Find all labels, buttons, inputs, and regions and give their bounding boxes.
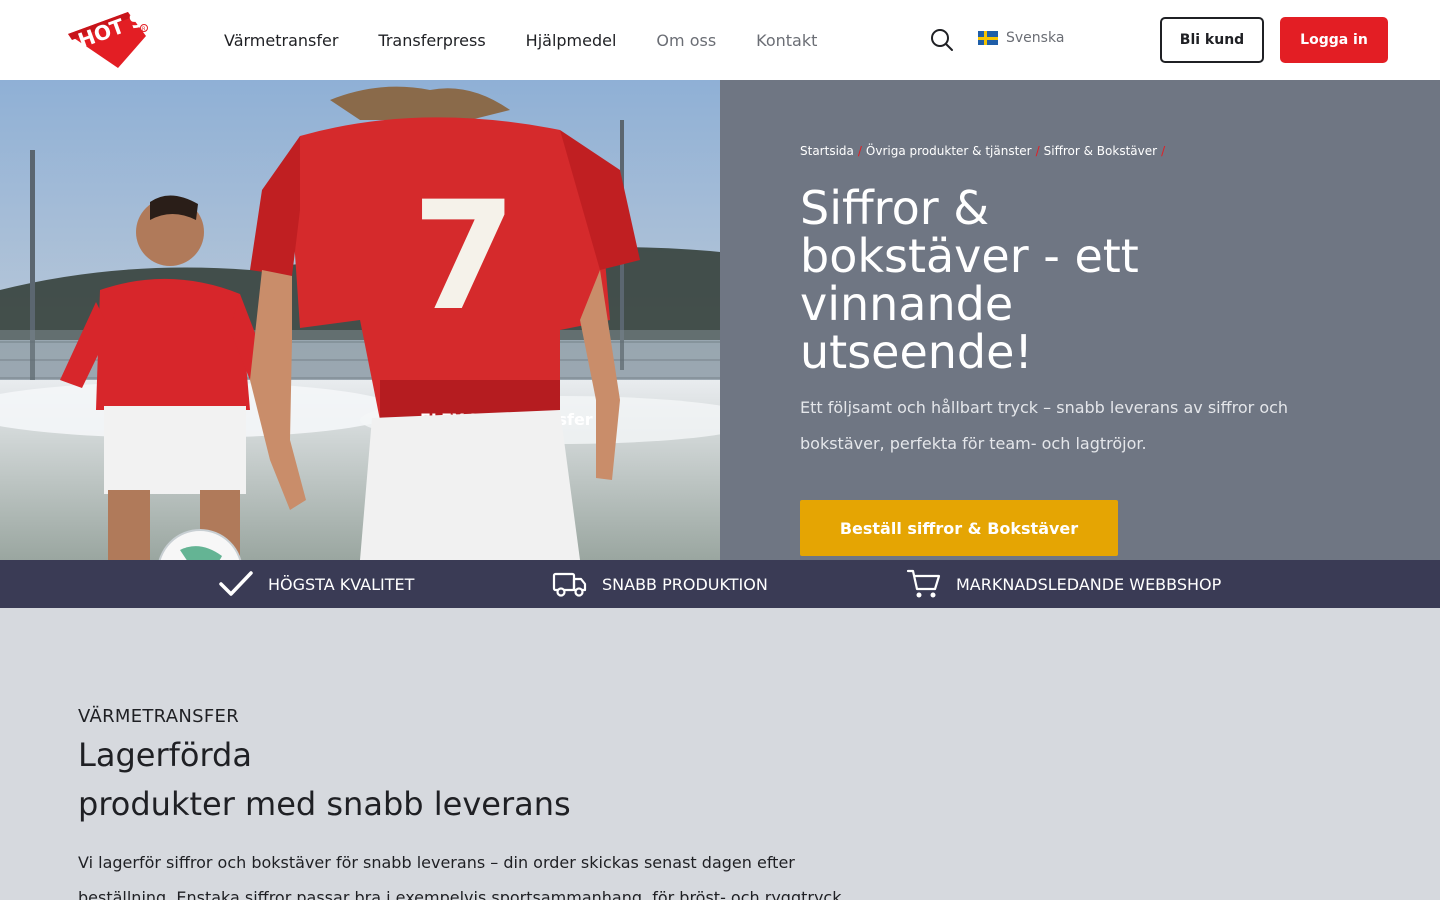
- shirt-number-text: 7: [412, 170, 516, 344]
- section-title-line2: produkter med snabb leverans: [78, 785, 571, 823]
- nav-item-hjalpmedel[interactable]: Hjälpmedel: [526, 31, 617, 50]
- nav-item-transferpress[interactable]: Transferpress: [378, 31, 485, 50]
- truck-icon: [552, 572, 587, 597]
- hero-subtitle: Ett följsamt och hållbart tryck – snabb …: [800, 398, 1289, 453]
- section-title: Lagerförda produkter med snabb leverans: [78, 731, 878, 829]
- breadcrumb-separator: /: [1035, 144, 1040, 158]
- feature-production-label: SNABB PRODUKTION: [602, 574, 768, 594]
- section-title-line1: Lagerförda: [78, 736, 252, 774]
- hero-panel: Startsida / Övriga produkter & tjänster / Si…: [720, 80, 1440, 560]
- feature-strip: HÖGSTA KVALITET SNABB PRODUKTION MARKNAD…: [0, 560, 1440, 608]
- language-selector[interactable]: Svenska: [978, 30, 1064, 46]
- shopping-cart-icon: [906, 569, 941, 598]
- breadcrumb-separator: /: [857, 144, 862, 158]
- nav-item-kontakt[interactable]: Kontakt: [756, 31, 817, 50]
- feature-production: SNABB PRODUKTION: [552, 560, 768, 608]
- login-button[interactable]: Logga in: [1280, 17, 1388, 63]
- breadcrumb-other-products[interactable]: Övriga produkter & tjänster: [866, 144, 1032, 158]
- search-icon[interactable]: [929, 27, 955, 53]
- checkmark-icon: [219, 571, 253, 596]
- language-label: Svenska: [1006, 30, 1065, 46]
- main-nav: Värmetransfer Transferpress Hjälpmedel O…: [224, 0, 857, 80]
- section-kicker: VÄRMETRANSFER: [78, 706, 239, 727]
- svg-text:R: R: [142, 27, 146, 33]
- page-title: Siffror & bokstäver - ett vinnande utsee…: [800, 181, 1139, 379]
- feature-quality: HÖGSTA KVALITET: [218, 560, 414, 608]
- become-customer-button[interactable]: Bli kund: [1160, 17, 1264, 63]
- site-header: HOT SCREEN R Värmetransfer Transferpress…: [0, 0, 1440, 80]
- nav-item-varmetransfer[interactable]: Värmetransfer: [224, 31, 338, 50]
- breadcrumb-home[interactable]: Startsida: [800, 144, 854, 158]
- section-body: Vi lagerför siffror och bokstäver för sn…: [78, 853, 842, 900]
- breadcrumb-separator: /: [1161, 144, 1166, 158]
- feature-webshop: MARKNADSLEDANDE WEBBSHOP: [906, 560, 1221, 608]
- order-numbers-letters-button[interactable]: Beställ siffror & Bokstäver: [800, 500, 1118, 556]
- breadcrumb: Startsida / Övriga produkter & tjänster / Si…: [800, 144, 1169, 158]
- swedish-flag-icon: [978, 31, 998, 45]
- feature-webshop-label: MARKNADSLEDANDE WEBBSHOP: [956, 574, 1222, 594]
- nav-item-om-oss[interactable]: Om oss: [656, 31, 716, 50]
- hero-image: FLEX Heat Transfer 7: [0, 80, 720, 560]
- hotscreen-logo[interactable]: HOT SCREEN R: [66, 0, 217, 70]
- breadcrumb-current[interactable]: Siffror & Bokstäver: [1044, 144, 1157, 158]
- stocked-products-section: VÄRMETRANSFER Lagerförda produkter med s…: [78, 706, 878, 900]
- feature-quality-label: HÖGSTA KVALITET: [268, 574, 415, 594]
